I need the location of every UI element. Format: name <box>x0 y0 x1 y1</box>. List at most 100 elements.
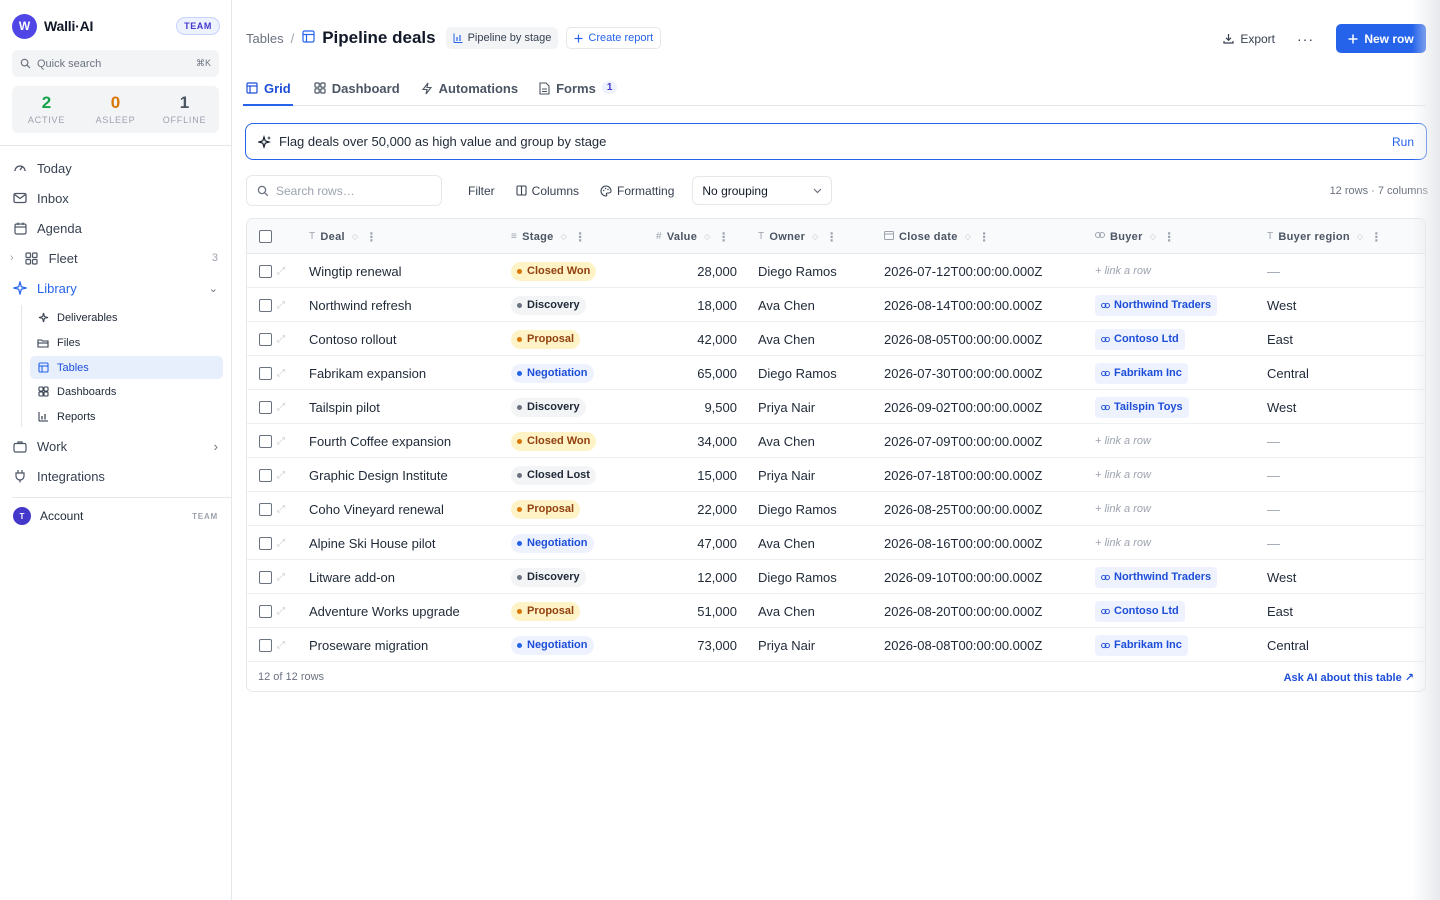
column-menu-icon[interactable]: ⋮ <box>365 230 377 244</box>
owner-cell[interactable]: Priya Nair <box>758 390 815 424</box>
stage-cell[interactable]: Negotiation <box>511 356 594 390</box>
buyer-cell[interactable]: + link a row <box>1095 458 1151 492</box>
close-date-cell[interactable]: 2026-07-12T00:00:00.000Z <box>884 254 1042 288</box>
tab-automations[interactable]: Automations <box>421 76 518 106</box>
expand-row-icon[interactable]: ⤢ <box>277 356 285 390</box>
deal-cell[interactable]: Coho Vineyard renewal <box>309 492 444 526</box>
owner-cell[interactable]: Diego Ramos <box>758 254 837 288</box>
deal-cell[interactable]: Tailspin pilot <box>309 390 380 424</box>
value-cell[interactable]: 18,000 <box>656 288 737 322</box>
deal-cell[interactable]: Graphic Design Institute <box>309 458 448 492</box>
buyer-link-chip[interactable]: Fabrikam Inc <box>1095 634 1188 656</box>
library-deliverables[interactable]: Deliverables <box>30 306 223 329</box>
close-date-cell[interactable]: 2026-08-25T00:00:00.000Z <box>884 492 1042 526</box>
library-tables[interactable]: Tables <box>30 356 223 379</box>
chevron-right-icon[interactable]: › <box>10 252 14 264</box>
column-header-stage[interactable]: ≡ Stage ◇ ⋮ <box>511 219 586 254</box>
stat-offline[interactable]: 1 OFFLINE <box>150 86 219 133</box>
buyer-link-chip[interactable]: Northwind Traders <box>1095 566 1218 588</box>
column-header-owner[interactable]: T Owner ◇ ⋮ <box>758 219 838 254</box>
table-row[interactable]: ⤢ Contoso rollout Proposal 42,000 Ava Chen 20… <box>247 322 1425 356</box>
expand-row-icon[interactable]: ⤢ <box>277 322 285 356</box>
buyer-cell[interactable]: Fabrikam Inc <box>1095 356 1188 390</box>
nav-today[interactable]: Today <box>12 155 222 181</box>
buyer-cell[interactable]: + link a row <box>1095 424 1151 458</box>
row-checkbox[interactable] <box>259 638 272 652</box>
buyer-link-chip[interactable]: Tailspin Toys <box>1095 396 1189 418</box>
owner-cell[interactable]: Ava Chen <box>758 424 815 458</box>
grouping-select[interactable]: No grouping <box>692 176 833 205</box>
row-checkbox[interactable] <box>259 434 272 448</box>
table-row[interactable]: ⤢ Proseware migration Negotiation 73,000 Pri… <box>247 628 1425 662</box>
chevron-right-icon[interactable]: › <box>214 439 218 454</box>
ai-prompt-input[interactable]: Flag deals over 50,000 as high value and… <box>279 134 606 149</box>
value-cell[interactable]: 34,000 <box>656 424 737 458</box>
buyer-link-chip[interactable]: Contoso Ltd <box>1095 328 1185 350</box>
expand-row-icon[interactable]: ⤢ <box>277 254 285 288</box>
stage-cell[interactable]: Discovery <box>511 390 586 424</box>
buyer-region-cell[interactable]: — <box>1267 424 1280 458</box>
buyer-region-cell[interactable]: Central <box>1267 356 1309 390</box>
stage-cell[interactable]: Proposal <box>511 594 581 628</box>
buyer-region-cell[interactable]: West <box>1267 288 1296 322</box>
deal-cell[interactable]: Northwind refresh <box>309 288 412 322</box>
value-cell[interactable]: 22,000 <box>656 492 737 526</box>
buyer-link-chip[interactable]: Contoso Ltd <box>1095 600 1185 622</box>
close-date-cell[interactable]: 2026-07-09T00:00:00.000Z <box>884 424 1042 458</box>
buyer-link-chip[interactable]: Northwind Traders <box>1095 294 1218 316</box>
stage-cell[interactable]: Closed Won <box>511 254 597 288</box>
view-chip[interactable]: Pipeline by stage <box>445 27 559 49</box>
buyer-region-cell[interactable]: — <box>1267 492 1280 526</box>
row-checkbox[interactable] <box>259 298 272 312</box>
deal-cell[interactable]: Contoso rollout <box>309 322 396 356</box>
buyer-cell[interactable]: Tailspin Toys <box>1095 390 1189 424</box>
close-date-cell[interactable]: 2026-08-05T00:00:00.000Z <box>884 322 1042 356</box>
ask-ai-link[interactable]: Ask AI about this table ↗ <box>1284 671 1414 684</box>
sort-icon[interactable]: ◇ <box>1357 232 1363 241</box>
expand-row-icon[interactable]: ⤢ <box>277 492 285 526</box>
close-date-cell[interactable]: 2026-08-14T00:00:00.000Z <box>884 288 1042 322</box>
table-row[interactable]: ⤢ Alpine Ski House pilot Negotiation 47,000… <box>247 526 1425 560</box>
brand-logo[interactable]: W <box>12 13 37 39</box>
stage-cell[interactable]: Discovery <box>511 560 586 594</box>
link-row-placeholder[interactable]: + link a row <box>1095 537 1151 549</box>
library-files[interactable]: Files <box>30 331 223 354</box>
value-cell[interactable]: 28,000 <box>656 254 737 288</box>
table-row[interactable]: ⤢ Litware add-on Discovery 12,000 Diego Ramo… <box>247 560 1425 594</box>
create-report-button[interactable]: Create report <box>566 27 662 49</box>
owner-cell[interactable]: Ava Chen <box>758 594 815 628</box>
nav-fleet[interactable]: › Fleet 3 <box>10 245 222 271</box>
owner-cell[interactable]: Diego Ramos <box>758 560 837 594</box>
buyer-cell[interactable]: Contoso Ltd <box>1095 322 1185 356</box>
row-checkbox[interactable] <box>259 264 272 278</box>
column-menu-icon[interactable]: ⋮ <box>978 230 990 244</box>
buyer-cell[interactable]: Northwind Traders <box>1095 288 1218 322</box>
run-button[interactable]: Run <box>1392 135 1414 149</box>
row-checkbox[interactable] <box>259 332 272 346</box>
link-row-placeholder[interactable]: + link a row <box>1095 469 1151 481</box>
deal-cell[interactable]: Wingtip renewal <box>309 254 402 288</box>
breadcrumb-tables[interactable]: Tables <box>246 31 284 46</box>
link-row-placeholder[interactable]: + link a row <box>1095 435 1151 447</box>
table-row[interactable]: ⤢ Fabrikam expansion Negotiation 65,000 Dieg… <box>247 356 1425 390</box>
deal-cell[interactable]: Litware add-on <box>309 560 395 594</box>
buyer-cell[interactable]: + link a row <box>1095 492 1151 526</box>
column-header-close-date[interactable]: Close date ◇ ⋮ <box>884 219 990 254</box>
stat-active[interactable]: 2 ACTIVE <box>12 86 81 133</box>
deal-cell[interactable]: Proseware migration <box>309 628 428 662</box>
nav-library[interactable]: Library ⌄ <box>12 275 222 301</box>
buyer-region-cell[interactable]: West <box>1267 560 1296 594</box>
tab-dashboard[interactable]: Dashboard <box>314 76 400 106</box>
value-cell[interactable]: 47,000 <box>656 526 737 560</box>
stage-cell[interactable]: Proposal <box>511 492 581 526</box>
expand-row-icon[interactable]: ⤢ <box>277 594 285 628</box>
row-checkbox[interactable] <box>259 400 272 414</box>
library-reports[interactable]: Reports <box>30 405 223 428</box>
row-checkbox[interactable] <box>259 604 272 618</box>
column-header-value[interactable]: # Value ◇ ⋮ <box>656 219 730 254</box>
filter-button[interactable]: Filter <box>468 184 495 198</box>
link-row-placeholder[interactable]: + link a row <box>1095 503 1151 515</box>
chevron-down-icon[interactable]: ⌄ <box>209 282 218 295</box>
owner-cell[interactable]: Priya Nair <box>758 458 815 492</box>
nav-integrations[interactable]: Integrations <box>12 463 222 489</box>
